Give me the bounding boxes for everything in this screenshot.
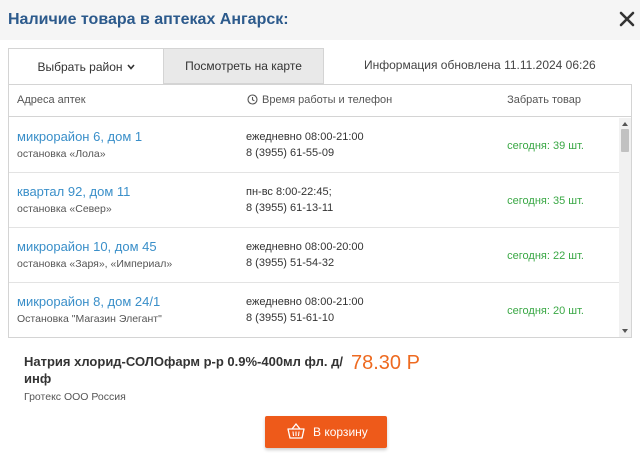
dialog-header: Наличие товара в аптеках Ангарск:	[0, 0, 640, 40]
bus-stop: остановка «Заря», «Империал»	[17, 258, 173, 270]
pharmacy-address-link[interactable]: микрорайон 8, дом 24/1	[17, 294, 160, 309]
column-hours-label: Время работы и телефон	[262, 94, 393, 106]
phone-number: 8 (3955) 51-54-32	[246, 257, 335, 269]
working-hours: ежедневно 08:00-21:00	[246, 131, 364, 143]
tab-select-district[interactable]: Выбрать район	[8, 48, 164, 84]
close-button[interactable]	[618, 10, 636, 28]
table-body: микрорайон 6, дом 1 остановка «Лола» еже…	[9, 118, 619, 337]
tab-select-district-label: Выбрать район	[37, 60, 123, 74]
column-hours: Время работы и телефон	[247, 94, 392, 108]
phone-number: 8 (3955) 51-61-10	[246, 312, 335, 324]
table-row: микрорайон 8, дом 24/1 Остановка "Магази…	[9, 283, 619, 337]
bus-stop: Остановка "Магазин Элегант"	[17, 313, 162, 325]
close-icon	[619, 11, 635, 27]
stock-status: сегодня: 35 шт.	[507, 195, 584, 207]
pharmacy-address-link[interactable]: микрорайон 10, дом 45	[17, 239, 157, 254]
pharmacy-address-link[interactable]: квартал 92, дом 11	[17, 184, 130, 199]
working-hours: пн-вс 8:00-22:45;	[246, 186, 332, 198]
chevron-down-icon	[126, 49, 135, 83]
clock-icon	[247, 94, 258, 108]
phone-number: 8 (3955) 61-55-09	[246, 147, 335, 159]
working-hours: ежедневно 08:00-20:00	[246, 241, 364, 253]
basket-icon	[287, 422, 305, 443]
column-address: Адреса аптек	[17, 94, 86, 106]
tabs-bar: Выбрать район Посмотреть на карте Информ…	[8, 48, 632, 84]
scrollbar[interactable]	[619, 118, 631, 337]
product-manufacturer: Гротекс ООО Россия	[24, 391, 126, 403]
stock-status: сегодня: 20 шт.	[507, 305, 584, 317]
working-hours: ежедневно 08:00-21:00	[246, 296, 364, 308]
scrollbar-thumb[interactable]	[621, 129, 629, 152]
column-take: Забрать товар	[507, 94, 581, 106]
phone-number: 8 (3955) 61-13-11	[246, 202, 334, 214]
product-name: Натрия хлорид-СОЛОфарм р-р 0.9%-400мл фл…	[24, 354, 343, 386]
pharmacy-address-link[interactable]: микрорайон 6, дом 1	[17, 129, 142, 144]
bus-stop: остановка «Лола»	[17, 148, 106, 160]
stock-status: сегодня: 39 шт.	[507, 140, 584, 152]
table-row: микрорайон 6, дом 1 остановка «Лола» еже…	[9, 118, 619, 173]
tab-view-map[interactable]: Посмотреть на карте	[164, 48, 324, 84]
table-row: квартал 92, дом 11 остановка «Север» пн-…	[9, 173, 619, 228]
update-info: Информация обновлена 11.11.2024 06:26	[364, 58, 596, 72]
table-row: микрорайон 10, дом 45 остановка «Заря», …	[9, 228, 619, 283]
pharmacy-table: Адреса аптек Время работы и телефон Забр…	[8, 84, 632, 338]
bus-stop: остановка «Север»	[17, 203, 112, 215]
scroll-down-arrow-icon[interactable]	[622, 329, 628, 333]
add-to-cart-button[interactable]: В корзину	[265, 416, 387, 448]
table-header: Адреса аптек Время работы и телефон Забр…	[9, 85, 631, 117]
product-price: 78.30 Р	[351, 352, 420, 374]
add-to-cart-label: В корзину	[313, 425, 368, 439]
scroll-up-arrow-icon[interactable]	[622, 122, 628, 126]
dialog-title: Наличие товара в аптеках Ангарск:	[8, 11, 289, 28]
stock-status: сегодня: 22 шт.	[507, 250, 584, 262]
